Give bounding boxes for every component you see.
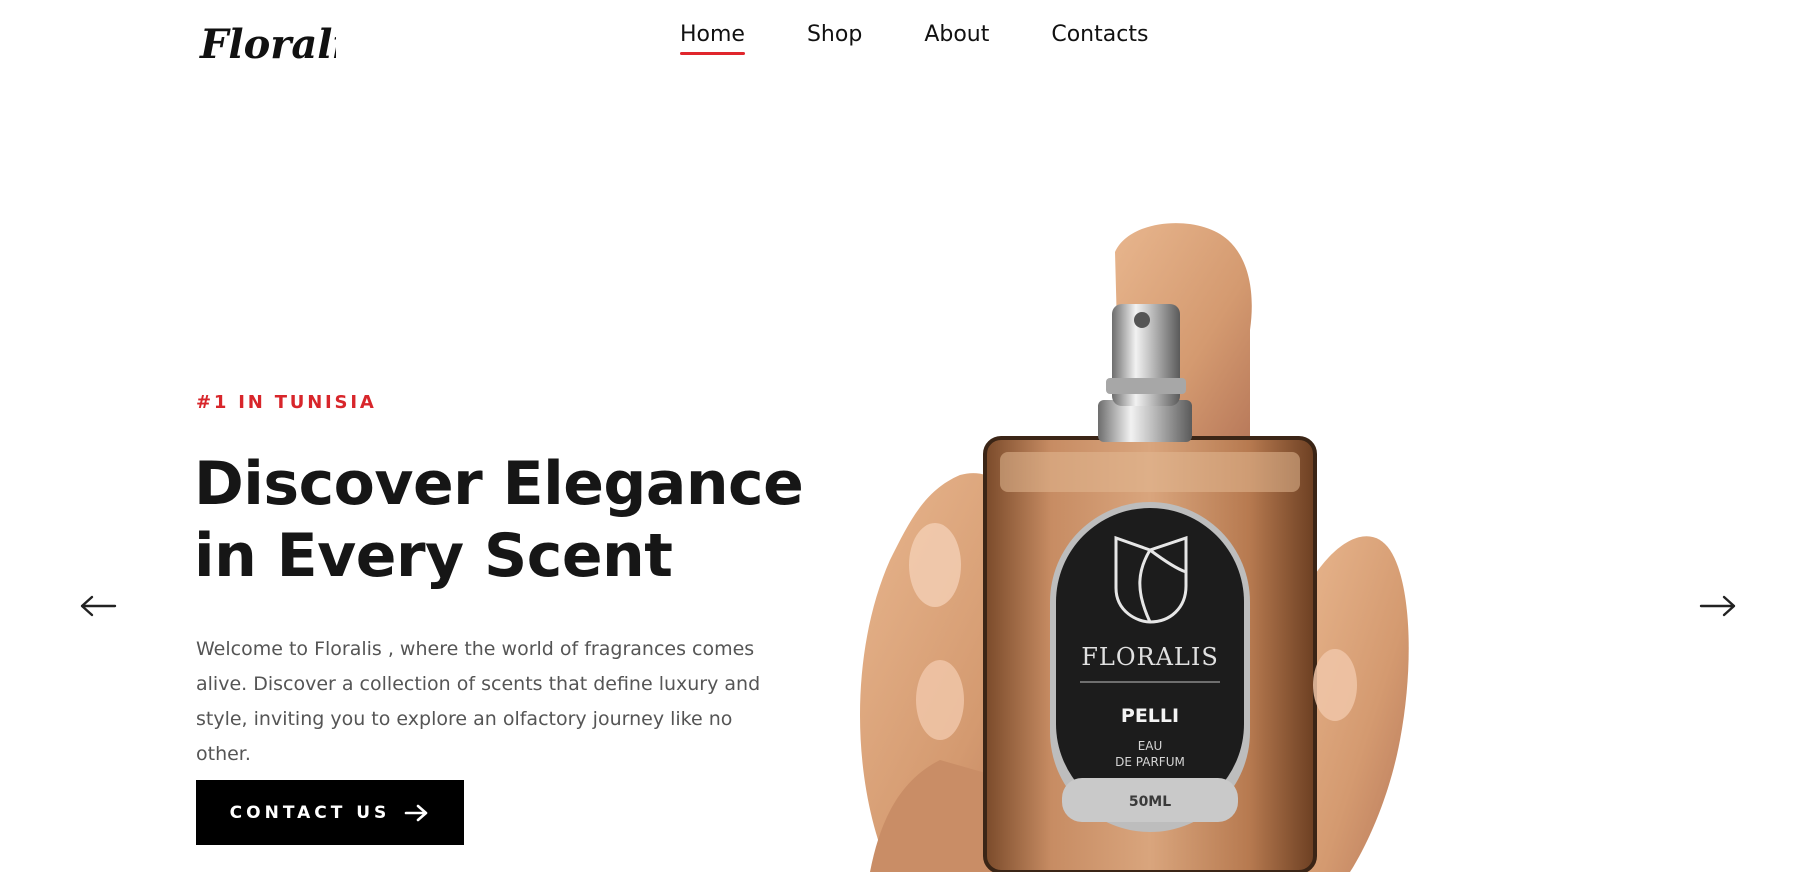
nav-item-contacts[interactable]: Contacts: [1051, 22, 1148, 55]
nav-item-home[interactable]: Home: [680, 22, 745, 55]
arrow-right-icon: [405, 804, 428, 821]
nav-item-about[interactable]: About: [924, 22, 989, 55]
label-brand: FLORALIS: [1081, 643, 1219, 671]
label-type-line-2: DE PARFUM: [1115, 755, 1185, 769]
perfume-bottle-illustration: FLORALIS PELLI EAU DE PARFUM 50ML: [860, 223, 1409, 872]
hero-product-image: FLORALIS PELLI EAU DE PARFUM 50ML: [830, 220, 1450, 872]
label-product-name: PELLI: [1121, 705, 1179, 727]
hero-description: Welcome to Floralis , where the world of…: [196, 638, 761, 765]
arrow-left-icon: [80, 595, 117, 617]
floralis-logo-icon: Floralis: [199, 21, 370, 68]
slider-prev-button[interactable]: [76, 584, 120, 628]
hero-title-line-2: in Every Scent: [194, 521, 673, 591]
main-nav: Home Shop About Contacts: [680, 22, 1148, 55]
contact-us-label: CONTACT US: [229, 802, 391, 823]
slider-next-button[interactable]: [1696, 584, 1740, 628]
hero-title: Discover Elegance in Every Scent: [194, 448, 814, 592]
contact-us-button[interactable]: CONTACT US: [196, 780, 464, 845]
arrow-right-icon: [1699, 595, 1736, 617]
brand-logo[interactable]: Floralis: [196, 14, 370, 74]
nav-item-shop[interactable]: Shop: [807, 22, 862, 55]
hero-title-line-1: Discover Elegance: [194, 449, 804, 519]
svg-text:Floralis: Floralis: [199, 21, 336, 68]
label-volume: 50ML: [1129, 794, 1171, 810]
label-type-line-1: EAU: [1138, 739, 1163, 753]
hero-eyebrow: #1 IN TUNISIA: [196, 392, 377, 413]
